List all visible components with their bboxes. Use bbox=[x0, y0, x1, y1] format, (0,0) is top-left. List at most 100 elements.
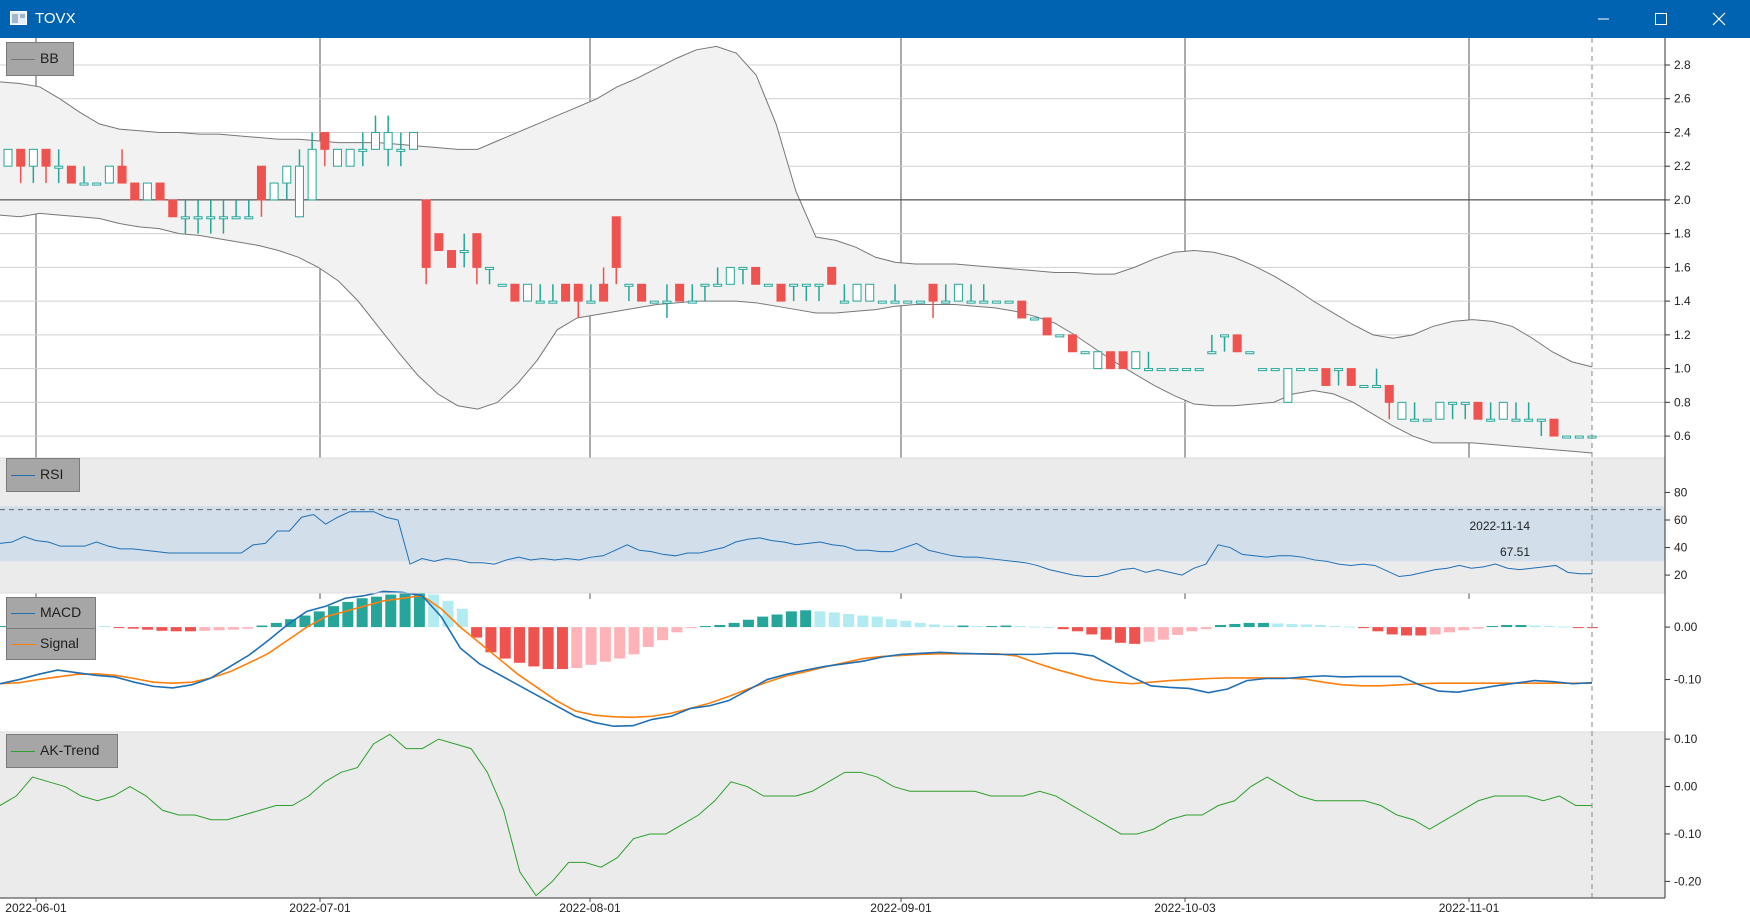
macd-histogram-bar bbox=[1372, 627, 1384, 632]
candle bbox=[447, 250, 457, 268]
macd-histogram-bar bbox=[1401, 627, 1413, 636]
candle-body bbox=[193, 216, 203, 220]
macd-histogram-bar bbox=[657, 627, 669, 641]
macd-histogram-bar bbox=[986, 626, 998, 628]
candle-body bbox=[28, 148, 38, 167]
candle bbox=[1118, 351, 1128, 370]
rsi-tick-label: 80 bbox=[1674, 485, 1688, 499]
macd-histogram-bar bbox=[642, 627, 654, 648]
candle bbox=[865, 283, 875, 302]
macd-histogram-bar bbox=[1472, 627, 1484, 629]
macd-histogram-bar bbox=[1043, 627, 1055, 629]
macd-histogram-bar bbox=[213, 627, 225, 631]
macd-histogram-bar bbox=[356, 598, 368, 628]
candle bbox=[1017, 300, 1027, 319]
macd-histogram-bar bbox=[227, 627, 239, 630]
candle-body bbox=[1245, 351, 1255, 355]
chart-area[interactable]: 2022-06-01 2022-07-01 2022-08-01 2022-09-01… bbox=[0, 38, 1750, 924]
candle-body bbox=[1080, 351, 1090, 355]
candle-body bbox=[1511, 418, 1521, 422]
candle-body bbox=[687, 300, 697, 304]
candle bbox=[155, 182, 165, 201]
macd-histogram-bar bbox=[1544, 626, 1556, 628]
x-tick-label: 2022-08-01 bbox=[559, 901, 621, 915]
legend-ak-trend[interactable]: AK-Trend bbox=[6, 734, 118, 768]
candle bbox=[1093, 351, 1103, 370]
macd-histogram-bar bbox=[1129, 627, 1141, 644]
ak-trend-tick-label: -0.10 bbox=[1674, 827, 1702, 841]
candle-body bbox=[1448, 401, 1458, 405]
macd-histogram-bar bbox=[614, 627, 626, 659]
candle-body bbox=[180, 216, 190, 220]
candle bbox=[332, 148, 342, 167]
candle bbox=[1283, 368, 1293, 403]
macd-histogram-bar bbox=[1286, 623, 1298, 628]
candle-body bbox=[1397, 401, 1407, 420]
macd-histogram-bar bbox=[242, 627, 254, 629]
candle-body bbox=[1308, 368, 1318, 372]
candle bbox=[66, 165, 76, 184]
macd-histogram-bar bbox=[1029, 626, 1041, 628]
candle-body bbox=[1181, 368, 1191, 372]
candle-body bbox=[814, 283, 824, 287]
candle-body bbox=[1105, 351, 1115, 370]
macd-histogram-bar bbox=[1272, 623, 1284, 628]
candle-body bbox=[1359, 384, 1369, 388]
price-tick-label: 1.0 bbox=[1674, 362, 1691, 376]
ak-trend-tick-label: 0.00 bbox=[1674, 780, 1698, 794]
candle bbox=[1258, 368, 1268, 372]
price-tick-label: 0.8 bbox=[1674, 395, 1691, 409]
legend-signal[interactable]: Signal bbox=[6, 628, 96, 660]
candle-body bbox=[1143, 368, 1153, 372]
candle-body bbox=[92, 182, 102, 186]
macd-histogram-bar bbox=[1300, 624, 1312, 628]
legend-bb[interactable]: BB bbox=[6, 42, 74, 76]
candle-body bbox=[79, 182, 89, 186]
candle bbox=[1346, 368, 1356, 386]
legend-macd[interactable]: MACD bbox=[6, 597, 96, 629]
legend-bb-swatch bbox=[11, 59, 35, 60]
rsi-tick-label: 40 bbox=[1674, 541, 1688, 555]
candle-body bbox=[1017, 300, 1027, 319]
minimize-button[interactable] bbox=[1574, 0, 1632, 38]
macd-histogram-bar bbox=[928, 624, 940, 628]
candle bbox=[1270, 368, 1280, 372]
close-button[interactable] bbox=[1690, 0, 1748, 38]
macd-histogram-bar bbox=[1086, 627, 1098, 635]
candle bbox=[1308, 368, 1318, 372]
candle-body bbox=[953, 283, 963, 302]
candle-body bbox=[54, 165, 64, 169]
candle bbox=[1156, 368, 1166, 372]
x-tick-label: 2022-07-01 bbox=[289, 901, 351, 915]
candle bbox=[1194, 368, 1204, 372]
candle-body bbox=[1435, 401, 1445, 420]
candle bbox=[725, 266, 735, 285]
candle bbox=[409, 131, 419, 150]
legend-rsi[interactable]: RSI bbox=[6, 458, 80, 492]
macd-histogram-bar bbox=[943, 625, 955, 628]
candle bbox=[1131, 351, 1141, 370]
candle-body bbox=[396, 148, 406, 152]
candle-body bbox=[1270, 368, 1280, 372]
macd-histogram-bar bbox=[785, 611, 797, 628]
macd-histogram-bar bbox=[857, 615, 869, 628]
candle bbox=[1321, 368, 1331, 386]
ak-trend-tick-label: -0.20 bbox=[1674, 874, 1702, 888]
macd-histogram-bar bbox=[1386, 627, 1398, 635]
candle-body bbox=[915, 300, 925, 304]
candle-body bbox=[966, 300, 976, 304]
chart-canvas[interactable]: 2022-06-01 2022-07-01 2022-08-01 2022-09-01… bbox=[0, 38, 1750, 924]
candle-body bbox=[472, 233, 482, 268]
candle bbox=[523, 283, 533, 302]
candle-body bbox=[611, 216, 621, 268]
candle bbox=[1473, 401, 1483, 420]
macd-histogram-bar bbox=[328, 606, 340, 628]
maximize-button[interactable] bbox=[1632, 0, 1690, 38]
candle-body bbox=[1422, 418, 1432, 422]
candle-body bbox=[1067, 334, 1077, 353]
macd-histogram-bar bbox=[528, 627, 540, 667]
candle-body bbox=[789, 283, 799, 287]
candle bbox=[1105, 351, 1115, 370]
macd-histogram-bar bbox=[1186, 627, 1198, 632]
candle-body bbox=[3, 148, 13, 167]
